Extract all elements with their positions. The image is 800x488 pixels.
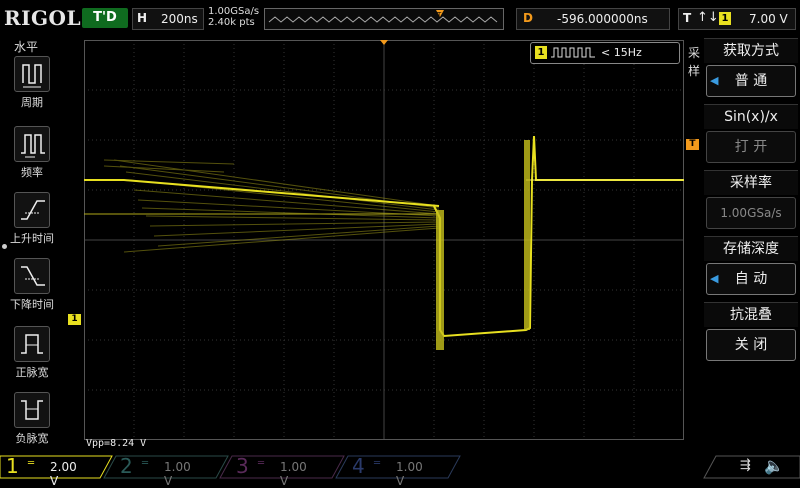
ch2-scale: 1.00 V bbox=[164, 460, 191, 488]
memory-waveform-icon: T bbox=[268, 10, 498, 23]
measure-negative-width[interactable]: 负脉宽 bbox=[12, 392, 52, 446]
delay-key: D bbox=[523, 11, 533, 25]
ch1-offset-marker[interactable]: 1 bbox=[68, 314, 81, 325]
measure-fall-time[interactable]: 下降时间 bbox=[10, 258, 54, 312]
measure-period-label: 周期 bbox=[21, 96, 43, 109]
measure-period[interactable]: 周期 bbox=[12, 56, 52, 110]
trigger-level-marker[interactable]: T bbox=[686, 139, 699, 150]
svg-text:T: T bbox=[436, 11, 442, 19]
measure-frequency[interactable]: 频率 bbox=[12, 126, 52, 180]
rigol-logo: RIGOL bbox=[4, 6, 82, 30]
measure-negative-width-label: 负脉宽 bbox=[15, 432, 49, 445]
ch3-coupling-icon: ═ bbox=[258, 458, 265, 469]
menu-acquisition-mode[interactable]: 获取方式 ◀ 普 通 bbox=[704, 38, 798, 97]
measure-rise-time-label: 上升时间 bbox=[10, 232, 54, 245]
measure-menu: 水平 周期 频率 上升时间 下降时间 正脉宽 负脉宽 bbox=[0, 36, 62, 454]
run-status-badge[interactable]: T'D bbox=[82, 8, 128, 28]
measure-frequency-label: 频率 bbox=[21, 166, 43, 179]
waveform-grid[interactable] bbox=[84, 40, 684, 440]
timebase-key: H bbox=[137, 11, 148, 25]
timebase-value: 200ns bbox=[161, 12, 198, 26]
measure-rise-time[interactable]: 上升时间 bbox=[10, 192, 54, 246]
left-arrow-icon: ◀ bbox=[710, 272, 719, 285]
ch4-coupling-icon: ═ bbox=[374, 458, 381, 469]
sample-rate-value[interactable]: 1.00GSa/s bbox=[706, 197, 796, 229]
channel-bar: 1 ═ 2.00 V 2 ═ 1.00 V 3 ═ 1.00 V 4 ═ 1.0… bbox=[0, 454, 800, 488]
menu-item-title: 采样率 bbox=[704, 170, 798, 195]
menu-tab-char-1: 采 bbox=[688, 46, 701, 60]
period-icon bbox=[14, 56, 50, 92]
delay-value: -596.000000ns bbox=[557, 12, 648, 26]
menu-memory-depth[interactable]: 存储深度 ◀ 自 动 bbox=[704, 236, 798, 295]
acquisition-mode-value[interactable]: ◀ 普 通 bbox=[706, 65, 796, 97]
menu-tab: 采 样 bbox=[688, 44, 702, 80]
rise-time-icon bbox=[14, 192, 50, 228]
memory-depth-value[interactable]: ◀ 自 动 bbox=[706, 263, 796, 295]
trigger-key: T bbox=[683, 11, 692, 25]
menu-tab-char-2: 样 bbox=[688, 64, 701, 78]
trigger-level: 7.00 V bbox=[749, 12, 788, 26]
fall-time-icon bbox=[14, 258, 50, 294]
measure-menu-title: 水平 bbox=[14, 40, 39, 54]
counter-channel-badge: 1 bbox=[535, 46, 547, 59]
menu-sinx[interactable]: Sin(x)/x 打 开 bbox=[704, 104, 798, 163]
measure-fall-time-label: 下降时间 bbox=[10, 298, 54, 311]
measure-positive-width-label: 正脉宽 bbox=[15, 366, 49, 379]
ch3-scale: 1.00 V bbox=[280, 460, 307, 488]
trigger-position-marker bbox=[380, 40, 388, 45]
ch4-scale: 1.00 V bbox=[396, 460, 423, 488]
left-arrow-icon: ◀ bbox=[710, 74, 719, 87]
menu-item-title: 存储深度 bbox=[704, 236, 798, 261]
trigger-edge-icon: ↑↓ bbox=[697, 10, 719, 25]
trigger-source-badge: 1 bbox=[719, 12, 731, 25]
anti-aliasing-value[interactable]: 关 闭 bbox=[706, 329, 796, 361]
sinx-value[interactable]: 打 开 bbox=[706, 131, 796, 163]
ch3-number: 3 bbox=[236, 454, 249, 478]
frequency-icon bbox=[14, 126, 50, 162]
timebase-box[interactable]: H 200ns bbox=[132, 8, 204, 30]
negative-width-icon bbox=[14, 392, 50, 428]
ch1-number: 1 bbox=[6, 454, 19, 478]
memory-points: 2.40k pts bbox=[208, 17, 255, 28]
frequency-counter: 1 < 15Hz bbox=[530, 42, 680, 64]
menu-item-title: Sin(x)/x bbox=[704, 104, 798, 129]
ch1-scale: 2.00 V bbox=[50, 460, 77, 488]
top-status-bar: RIGOL T'D H 200ns 1.00GSa/s 2.40k pts T … bbox=[0, 0, 800, 36]
memory-overview-bar[interactable]: T bbox=[264, 8, 504, 30]
trigger-box[interactable]: T ↑↓ 1 7.00 V bbox=[678, 8, 796, 30]
ch4-number: 4 bbox=[352, 454, 365, 478]
menu-anti-aliasing[interactable]: 抗混叠 关 闭 bbox=[704, 302, 798, 361]
sample-rate: 1.00GSa/s bbox=[208, 6, 260, 17]
ch2-coupling-icon: ═ bbox=[142, 458, 149, 469]
vpp-measurement: Vpp=8.24 V bbox=[86, 438, 147, 449]
menu-sample-rate[interactable]: 采样率 1.00GSa/s bbox=[704, 170, 798, 229]
counter-value: < 15Hz bbox=[601, 46, 642, 59]
sample-info: 1.00GSa/s 2.40k pts bbox=[208, 6, 259, 28]
positive-width-icon bbox=[14, 326, 50, 362]
menu-item-title: 获取方式 bbox=[704, 38, 798, 63]
counter-pulse-icon bbox=[551, 47, 595, 58]
speaker-icon[interactable]: 🔈 bbox=[764, 456, 784, 475]
ch2-number: 2 bbox=[120, 454, 133, 478]
ch1-coupling-icon: ═ bbox=[28, 458, 35, 469]
menu-item-title: 抗混叠 bbox=[704, 302, 798, 327]
measure-positive-width[interactable]: 正脉宽 bbox=[12, 326, 52, 380]
usb-icon: ⇶ bbox=[740, 458, 751, 473]
delay-box[interactable]: D -596.000000ns bbox=[516, 8, 670, 30]
